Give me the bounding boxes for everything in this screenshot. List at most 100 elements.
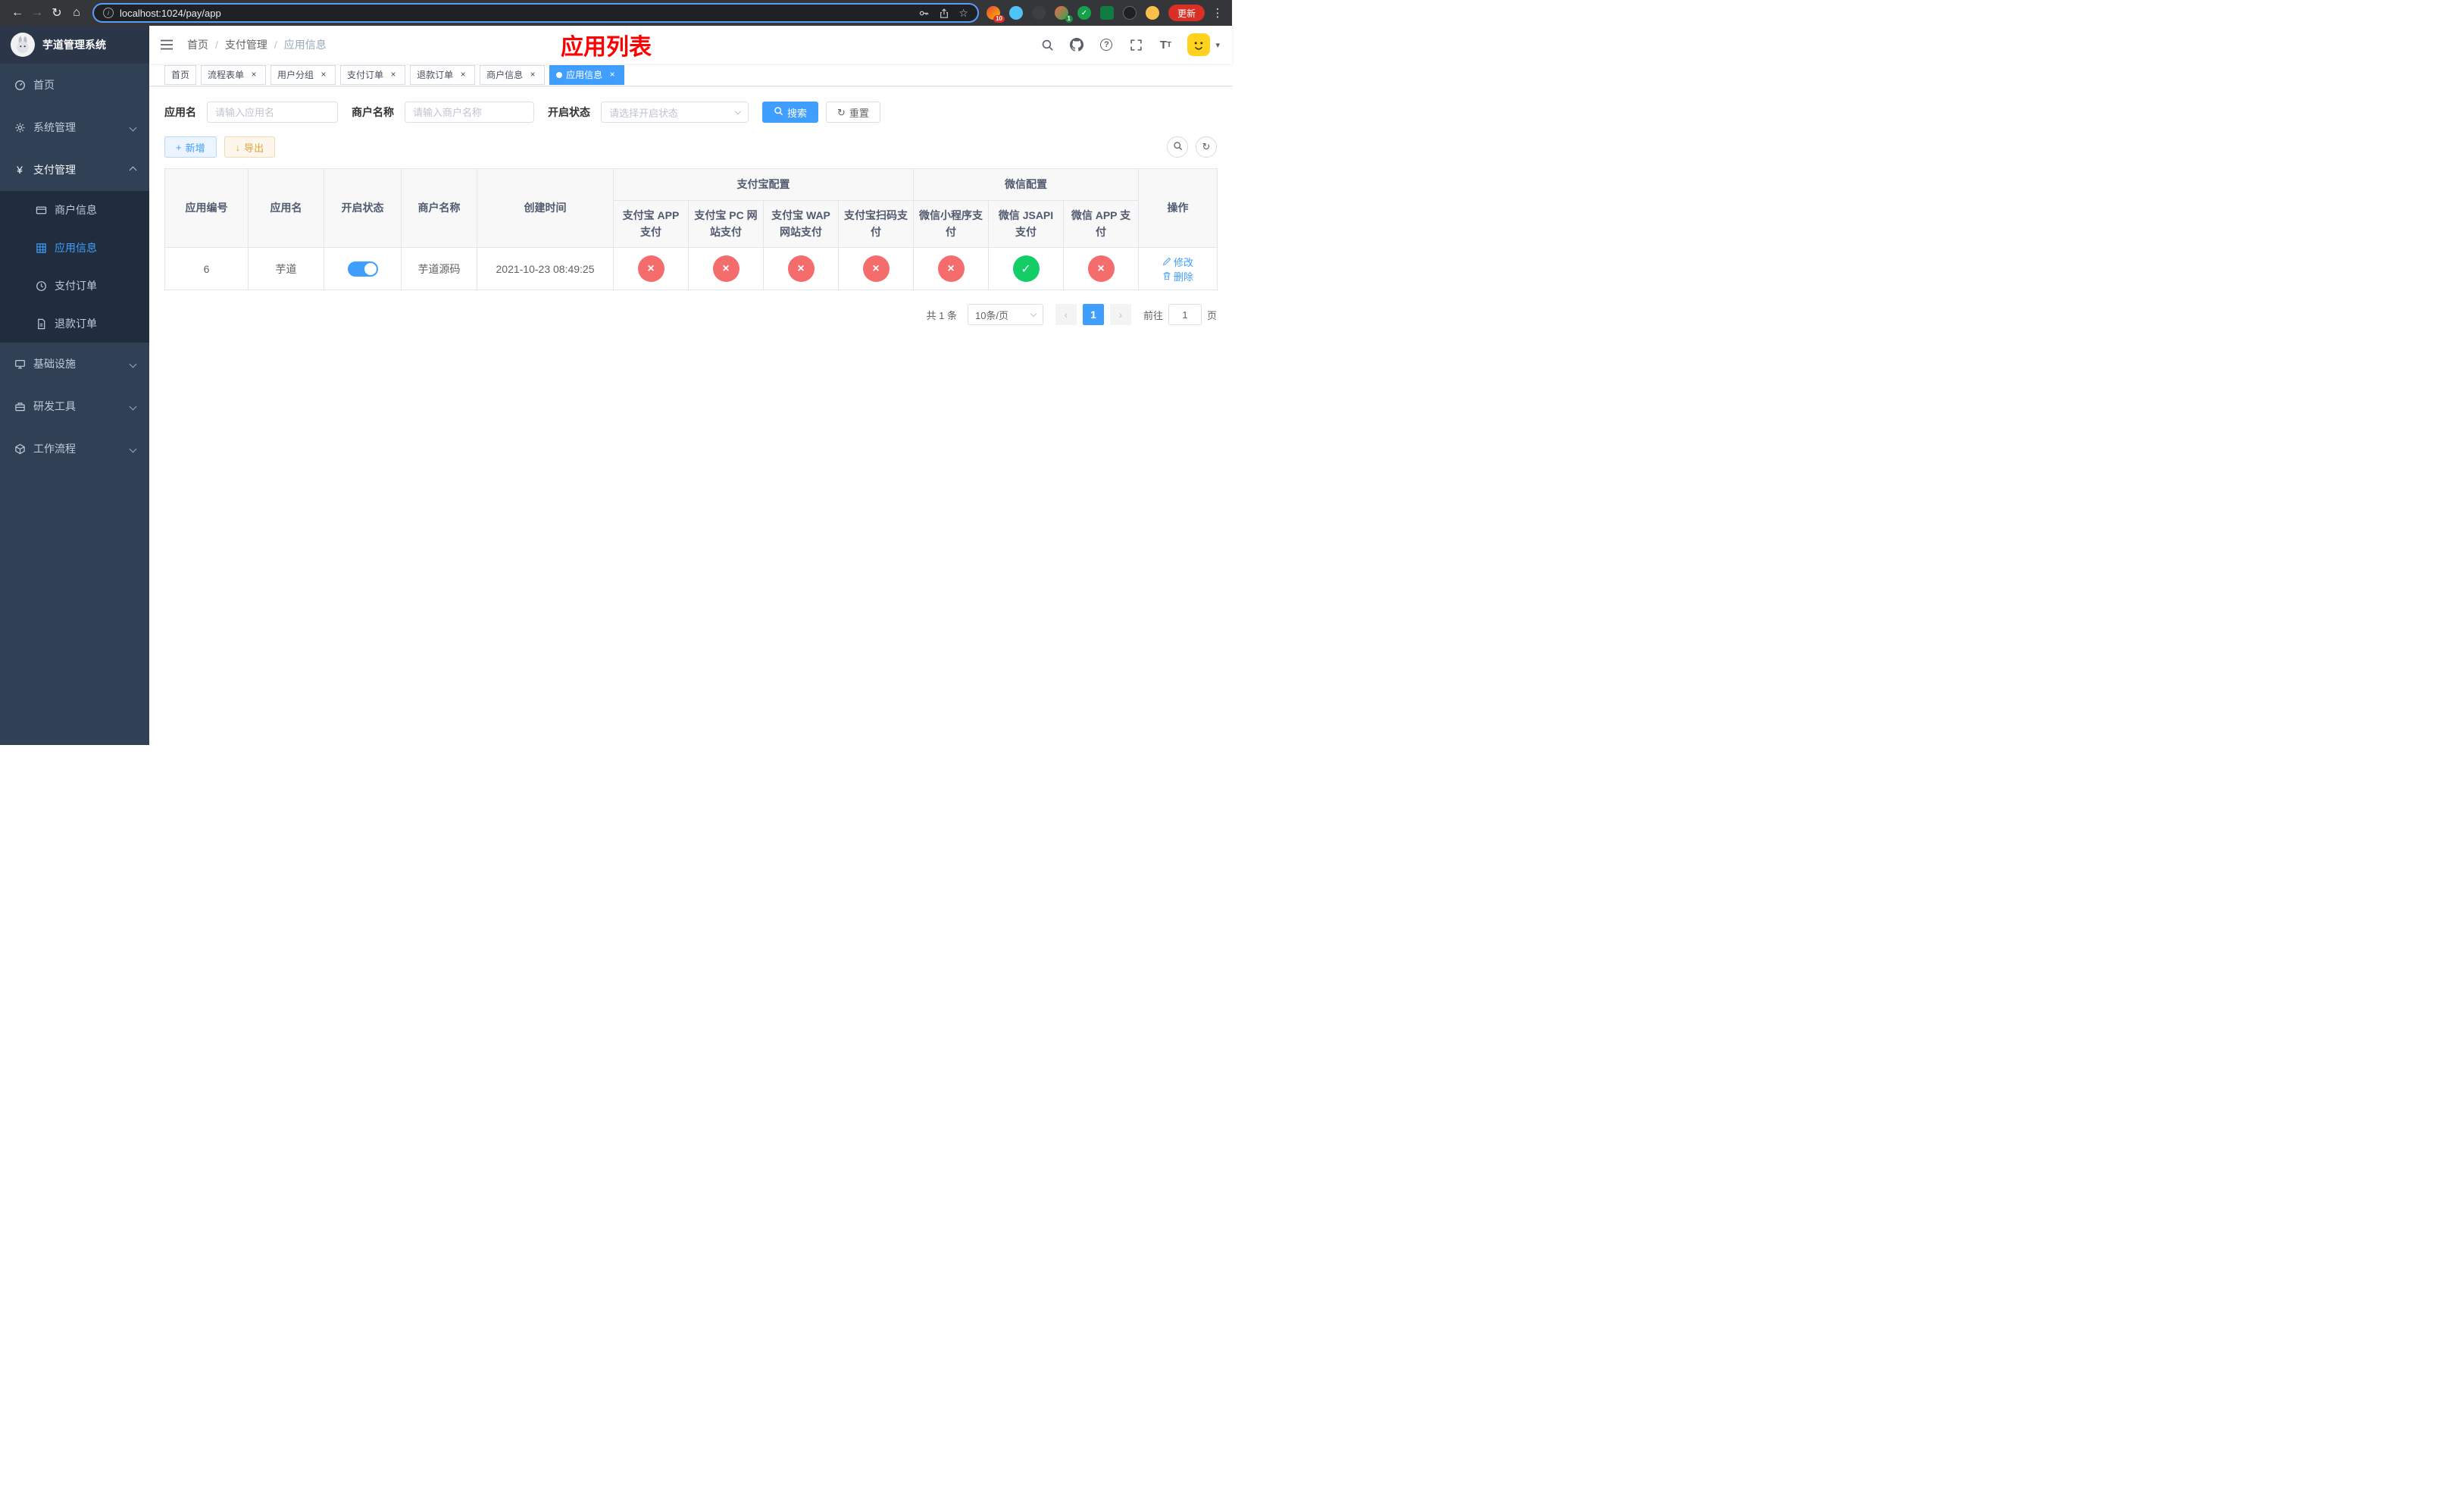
extension-icon[interactable]	[1031, 6, 1046, 20]
extension-icon[interactable]	[1122, 6, 1137, 20]
extension-badge: 1	[1065, 15, 1073, 23]
col-header-status: 开启状态	[324, 168, 402, 248]
wechat-app-status-icon: ×	[1087, 255, 1115, 282]
reload-icon[interactable]: ↻	[47, 3, 67, 23]
extensions-area: 10 1 ✓	[986, 6, 1159, 23]
refresh-icon: ↻	[837, 106, 846, 118]
sidebar-item-home[interactable]: 首页	[0, 64, 149, 106]
font-size-icon[interactable]: TT	[1158, 37, 1173, 52]
site-info-icon[interactable]: i	[103, 8, 114, 18]
tab-pay-order[interactable]: 支付订单 ×	[340, 64, 406, 85]
hamburger-icon[interactable]	[160, 37, 175, 52]
close-icon[interactable]: ×	[388, 69, 399, 80]
sidebar-item-payment[interactable]: ¥ 支付管理	[0, 149, 149, 191]
breadcrumb-home[interactable]: 首页	[187, 37, 208, 52]
fullscreen-icon[interactable]	[1128, 37, 1143, 52]
share-icon[interactable]	[939, 8, 949, 19]
sidebar-item-merchant-info[interactable]: 商户信息	[0, 191, 149, 229]
app-table: 应用编号 应用名 开启状态 商户名称 创建时间 支付宝配置 微信配置 操作 支付…	[164, 168, 1218, 290]
forward-icon[interactable]: →	[27, 3, 47, 23]
sidebar-item-workflow[interactable]: 工作流程	[0, 427, 149, 470]
page-content: 应用名 商户名称 开启状态 请选择开启状态	[149, 86, 1232, 745]
extension-icon[interactable]	[1008, 6, 1023, 20]
prev-page-button[interactable]: ‹	[1055, 304, 1077, 325]
sidebar-item-app-info[interactable]: 应用信息	[0, 229, 149, 267]
breadcrumb-payment[interactable]: 支付管理	[225, 37, 267, 52]
export-button[interactable]: ↓ 导出	[224, 136, 276, 158]
col-header-created: 创建时间	[477, 168, 614, 248]
refresh-table-button[interactable]: ↻	[1196, 136, 1217, 158]
github-icon[interactable]	[1069, 37, 1084, 52]
refresh-icon: ↻	[1202, 141, 1211, 152]
extension-badge: 10	[993, 15, 1005, 23]
search-icon[interactable]	[1040, 37, 1055, 52]
goto-page-input[interactable]	[1168, 304, 1202, 325]
tab-merchant-info[interactable]: 商户信息 ×	[480, 64, 546, 85]
close-icon[interactable]: ×	[249, 69, 259, 80]
page-size-select[interactable]: 10条/页	[967, 304, 1043, 325]
tab-process-form[interactable]: 流程表单 ×	[201, 64, 267, 85]
help-icon[interactable]: ?	[1099, 37, 1114, 52]
close-icon[interactable]: ×	[527, 69, 538, 80]
credit-card-icon	[35, 205, 47, 216]
close-icon[interactable]: ×	[607, 69, 618, 80]
password-key-icon[interactable]	[918, 8, 930, 19]
cell-app-name: 芋道	[248, 247, 324, 290]
extension-icon[interactable]: 1	[1054, 6, 1073, 23]
reset-button[interactable]: ↻ 重置	[826, 102, 880, 123]
merchant-name-input[interactable]	[405, 102, 534, 123]
extension-icon[interactable]	[1145, 6, 1159, 20]
bookmark-star-icon[interactable]: ☆	[958, 7, 968, 20]
sidebar-item-pay-order[interactable]: 支付订单	[0, 267, 149, 305]
delete-button[interactable]: 删除	[1162, 269, 1193, 283]
sidebar-item-refund-order[interactable]: 退款订单	[0, 305, 149, 343]
pagination: 共 1 条 10条/页 ‹ 1 › 前往 页	[164, 304, 1217, 325]
status-select[interactable]: 请选择开启状态	[601, 102, 749, 123]
close-icon[interactable]: ×	[318, 69, 329, 80]
toggle-search-button[interactable]	[1167, 136, 1188, 158]
user-menu[interactable]: ▾	[1187, 33, 1220, 56]
search-icon	[774, 106, 783, 118]
address-bar[interactable]: i localhost:1024/pay/app ☆	[92, 3, 979, 23]
close-icon[interactable]: ×	[458, 69, 468, 80]
col-header-wechat-app: 微信 APP 支付	[1063, 200, 1139, 248]
sidebar-item-dev-tools[interactable]: 研发工具	[0, 385, 149, 427]
total-count: 共 1 条	[926, 309, 957, 321]
sidebar-item-system[interactable]: 系统管理	[0, 106, 149, 149]
tab-app-info[interactable]: 应用信息 ×	[549, 64, 625, 85]
caret-down-icon: ▾	[1215, 40, 1220, 50]
search-icon	[1173, 141, 1183, 153]
page-title: 应用列表	[561, 35, 652, 60]
page-1-button[interactable]: 1	[1082, 304, 1104, 325]
alipay-app-status-icon: ×	[637, 255, 664, 282]
goto-label: 前往	[1143, 309, 1163, 321]
browser-update-button[interactable]: 更新	[1168, 5, 1205, 21]
tab-user-group[interactable]: 用户分组 ×	[270, 64, 336, 85]
address-bar-tools: ☆	[918, 7, 968, 20]
sidebar-item-infrastructure[interactable]: 基础设施	[0, 343, 149, 385]
col-header-alipay-wap: 支付宝 WAP 网站支付	[763, 200, 839, 248]
col-header-wechat-mini: 微信小程序支付	[913, 200, 989, 248]
next-page-button[interactable]: ›	[1109, 304, 1131, 325]
cube-icon	[14, 443, 26, 455]
app-name-input[interactable]	[207, 102, 338, 123]
wechat-mini-status-icon: ×	[937, 255, 965, 282]
chevron-down-icon	[129, 360, 137, 368]
extension-icon[interactable]: ✓	[1077, 6, 1091, 20]
add-button[interactable]: + 新增	[164, 136, 217, 158]
extension-icon[interactable]: 10	[986, 6, 1005, 23]
search-button[interactable]: 搜索	[762, 102, 819, 123]
tab-refund-order[interactable]: 退款订单 ×	[410, 64, 476, 85]
app-name-label: 应用名	[164, 106, 196, 118]
status-switch[interactable]	[347, 261, 378, 277]
browser-menu-icon[interactable]: ⋮	[1211, 6, 1224, 20]
col-header-alipay-qr: 支付宝扫码支付	[838, 200, 914, 248]
home-icon[interactable]: ⌂	[67, 3, 86, 23]
logo-image	[11, 33, 35, 57]
tab-home[interactable]: 首页	[164, 64, 197, 85]
merchant-name-label: 商户名称	[352, 106, 394, 118]
app-logo[interactable]: 芋道管理系统	[0, 26, 149, 64]
extension-icon[interactable]	[1099, 6, 1114, 20]
edit-button[interactable]: 修改	[1162, 255, 1193, 269]
back-icon[interactable]: ←	[8, 3, 27, 23]
